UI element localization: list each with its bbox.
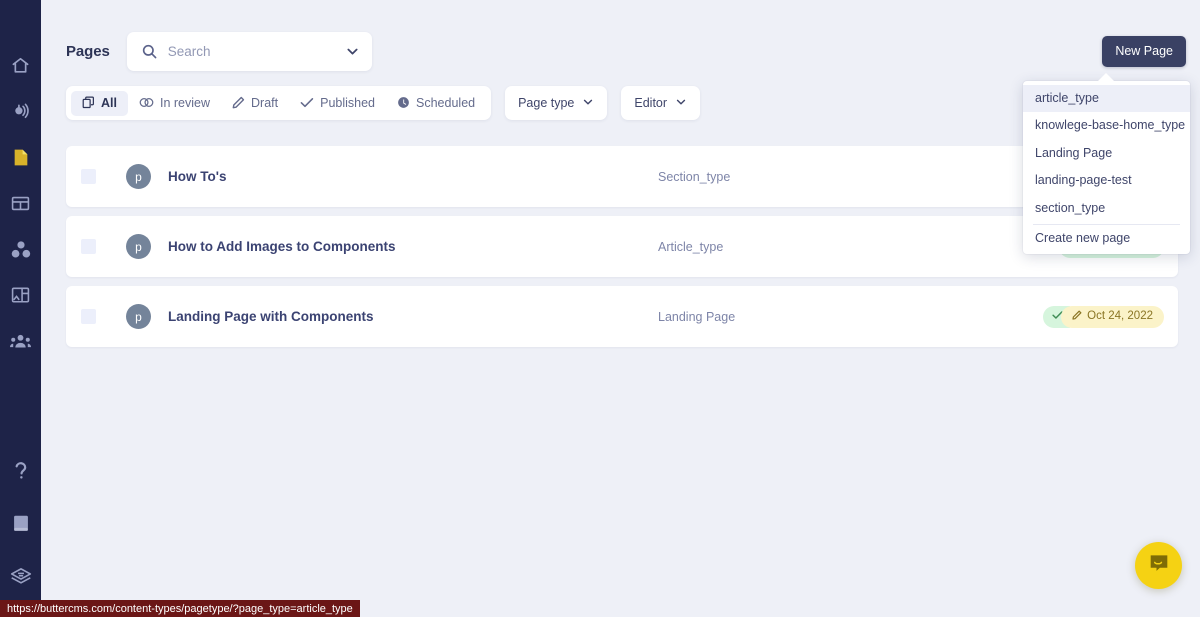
- sidebar-item-docs[interactable]: [8, 510, 34, 536]
- status-filter-tabs: All In review Draft Published Scheduled: [66, 86, 492, 120]
- tab-in-review[interactable]: In review: [128, 91, 221, 116]
- tab-draft-label: Draft: [251, 95, 279, 110]
- check-icon: [300, 96, 314, 109]
- table-row[interactable]: p How to Add Images to Components Articl…: [66, 216, 1178, 277]
- new-page-dropdown-menu: article_type knowlege-base-home_type Lan…: [1023, 73, 1190, 255]
- chevron-down-icon: [582, 96, 594, 111]
- blog-icon: [11, 102, 30, 121]
- dropdown-item-knowledge-base-home-type[interactable]: knowlege-base-home_type: [1023, 112, 1190, 139]
- editor-filter-select[interactable]: Editor: [621, 86, 701, 120]
- clock-icon: [397, 96, 410, 109]
- sidebar-top-group: [8, 0, 34, 354]
- tab-all-label: All: [101, 95, 117, 110]
- sidebar-item-blog[interactable]: [8, 98, 34, 124]
- docs-icon: [12, 514, 30, 533]
- chevron-down-icon: [675, 96, 687, 111]
- new-page-button[interactable]: New Page: [1102, 36, 1186, 67]
- editor-filter-label: Editor: [634, 96, 668, 110]
- row-checkbox[interactable]: [81, 169, 96, 184]
- media-icon: [11, 286, 30, 304]
- review-icon: [139, 96, 154, 109]
- sidebar-bottom-group: [8, 457, 34, 617]
- pages-icon: [12, 148, 30, 167]
- table-row[interactable]: p Landing Page with Components Landing P…: [66, 286, 1178, 347]
- row-title[interactable]: Landing Page with Components: [168, 309, 374, 324]
- row-page-type: Article_type: [658, 239, 724, 254]
- row-title[interactable]: How To's: [168, 169, 226, 184]
- tab-in-review-label: In review: [159, 95, 211, 110]
- dropdown-item-landing-page-test[interactable]: landing-page-test: [1023, 167, 1190, 194]
- copy-icon: [82, 96, 95, 109]
- chevron-down-icon[interactable]: [345, 44, 360, 59]
- components-icon: [11, 240, 31, 259]
- row-checkbox[interactable]: [81, 239, 96, 254]
- dropdown-item-section-type[interactable]: section_type: [1023, 195, 1190, 222]
- help-icon: [13, 461, 29, 480]
- row-page-type: Section_type: [658, 169, 731, 184]
- status-bar-url: https://buttercms.com/content-types/page…: [0, 600, 360, 617]
- sidebar-item-components[interactable]: [8, 236, 34, 262]
- page-title: Pages: [66, 43, 110, 60]
- app-root: Pages New Page article_type kno: [0, 0, 1200, 617]
- chat-widget-button[interactable]: [1135, 542, 1182, 589]
- row-page-type: Landing Page: [658, 309, 736, 324]
- row-title[interactable]: How to Add Images to Components: [168, 239, 396, 254]
- tab-scheduled-label: Scheduled: [416, 95, 476, 110]
- sidebar-item-media[interactable]: [8, 282, 34, 308]
- sidebar-item-collections[interactable]: [8, 190, 34, 216]
- sidebar-item-pages[interactable]: [8, 144, 34, 170]
- page-type-filter-select[interactable]: Page type: [505, 86, 608, 120]
- status-badge-label: Oct 24, 2022: [1087, 310, 1153, 322]
- row-status-area: Oct 24, 2022: [1043, 305, 1164, 328]
- dropdown-arrow-icon: [1097, 73, 1115, 82]
- team-icon: [10, 333, 31, 349]
- dropdown-item-landing-page[interactable]: Landing Page: [1023, 140, 1190, 167]
- pencil-icon: [232, 96, 245, 109]
- sidebar-item-library[interactable]: [8, 563, 34, 589]
- sidebar-item-help[interactable]: [8, 457, 34, 483]
- avatar: p: [126, 164, 151, 189]
- main-content: Pages New Page article_type kno: [41, 0, 1200, 617]
- chat-bubble-icon: [1147, 551, 1171, 580]
- library-icon: [10, 567, 32, 586]
- page-type-filter-label: Page type: [518, 96, 575, 110]
- dropdown-item-create-new-page[interactable]: Create new page: [1023, 225, 1190, 254]
- table-row[interactable]: p How To's Section_type: [66, 146, 1178, 207]
- dropdown-item-article-type[interactable]: article_type: [1023, 85, 1190, 113]
- avatar: p: [126, 304, 151, 329]
- avatar: p: [126, 234, 151, 259]
- sidebar-item-home[interactable]: [8, 52, 34, 78]
- search-box[interactable]: [126, 32, 372, 71]
- row-checkbox[interactable]: [81, 309, 96, 324]
- tab-published[interactable]: Published: [289, 91, 386, 116]
- tab-scheduled[interactable]: Scheduled: [386, 91, 486, 116]
- tab-published-label: Published: [320, 95, 376, 110]
- status-badge-draft: Oct 24, 2022: [1061, 305, 1164, 328]
- home-icon: [11, 56, 30, 75]
- collections-icon: [11, 195, 30, 212]
- sidebar: [0, 0, 41, 617]
- pencil-icon: [1072, 310, 1082, 323]
- search-input[interactable]: [167, 44, 345, 59]
- sidebar-item-team[interactable]: [8, 328, 34, 354]
- tab-all[interactable]: All: [71, 90, 128, 116]
- tab-draft[interactable]: Draft: [221, 91, 289, 116]
- search-icon: [142, 44, 157, 59]
- page-header: Pages: [41, 0, 1200, 72]
